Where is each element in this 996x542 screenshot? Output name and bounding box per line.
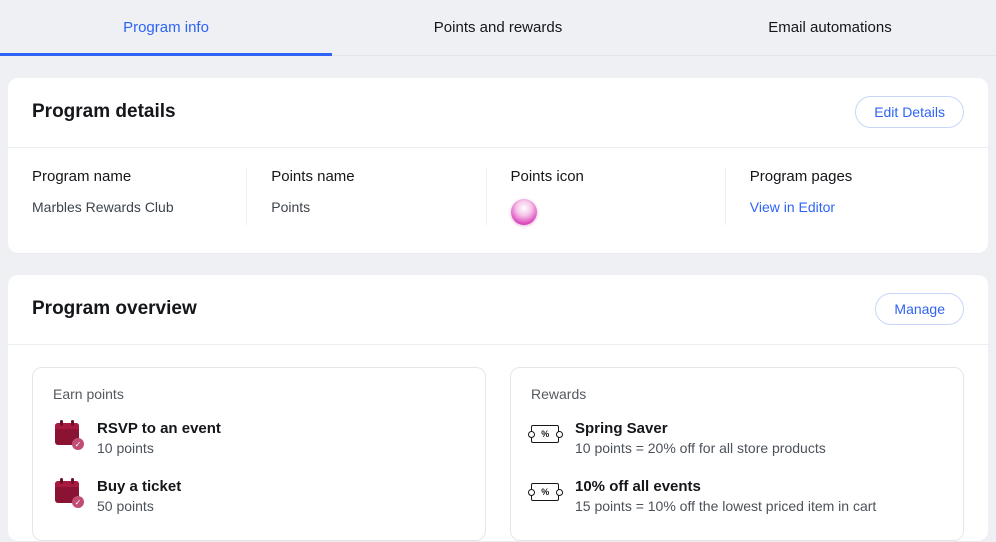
calendar-check-icon: ✓ xyxy=(53,420,81,448)
col-program-pages: Program pages View in Editor xyxy=(725,168,964,225)
edit-details-button[interactable]: Edit Details xyxy=(855,96,964,128)
view-in-editor-link[interactable]: View in Editor xyxy=(750,199,835,215)
list-item-text: 10% off all events 15 points = 10% off t… xyxy=(575,478,943,514)
list-item-subtitle: 10 points = 20% off for all store produc… xyxy=(575,440,943,456)
list-item-text: Spring Saver 10 points = 20% off for all… xyxy=(575,420,943,456)
list-item-text: Buy a ticket 50 points xyxy=(97,478,465,514)
calendar-check-icon: ✓ xyxy=(53,478,81,506)
field-value: Marbles Rewards Club xyxy=(32,199,222,215)
inner-card-title: Rewards xyxy=(531,386,943,402)
tab-email-automations[interactable]: Email automations xyxy=(664,0,996,55)
tab-label: Program info xyxy=(123,19,209,36)
field-label: Points name xyxy=(271,168,461,185)
coupon-icon: % xyxy=(531,478,559,506)
section-title: Program details xyxy=(32,101,176,123)
page-tabs: Program info Points and rewards Email au… xyxy=(0,0,996,56)
program-details-header: Program details Edit Details xyxy=(8,78,988,147)
inner-card-title: Earn points xyxy=(53,386,465,402)
tab-label: Email automations xyxy=(768,19,891,36)
field-label: Points icon xyxy=(511,168,701,185)
col-program-name: Program name Marbles Rewards Club xyxy=(32,168,246,225)
program-overview-body: Earn points ✓ RSVP to an event 10 points xyxy=(8,345,988,541)
list-item-title: RSVP to an event xyxy=(97,420,465,437)
list-item: % Spring Saver 10 points = 20% off for a… xyxy=(531,420,943,456)
list-item-subtitle: 15 points = 10% off the lowest priced it… xyxy=(575,498,943,514)
list-item: ✓ RSVP to an event 10 points xyxy=(53,420,465,456)
tab-label: Points and rewards xyxy=(434,19,562,36)
list-item-title: 10% off all events xyxy=(575,478,943,495)
tab-points-rewards[interactable]: Points and rewards xyxy=(332,0,664,55)
list-item-subtitle: 50 points xyxy=(97,498,465,514)
field-label: Program pages xyxy=(750,168,940,185)
col-points-name: Points name Points xyxy=(246,168,485,225)
program-details-card: Program details Edit Details Program nam… xyxy=(8,78,988,253)
earn-points-card: Earn points ✓ RSVP to an event 10 points xyxy=(32,367,486,541)
program-details-row: Program name Marbles Rewards Club Points… xyxy=(8,148,988,253)
field-label: Program name xyxy=(32,168,222,185)
list-item: % 10% off all events 15 points = 10% off… xyxy=(531,478,943,514)
points-icon xyxy=(511,199,537,225)
rewards-card: Rewards % Spring Saver 10 points = 20% o… xyxy=(510,367,964,541)
coupon-icon: % xyxy=(531,420,559,448)
list-item-title: Spring Saver xyxy=(575,420,943,437)
tab-program-info[interactable]: Program info xyxy=(0,0,332,55)
program-overview-card: Program overview Manage Earn points ✓ R xyxy=(8,275,988,541)
list-item-subtitle: 10 points xyxy=(97,440,465,456)
list-item: ✓ Buy a ticket 50 points xyxy=(53,478,465,514)
manage-button[interactable]: Manage xyxy=(875,293,964,325)
field-value: Points xyxy=(271,199,461,215)
section-title: Program overview xyxy=(32,298,197,320)
list-item-text: RSVP to an event 10 points xyxy=(97,420,465,456)
list-item-title: Buy a ticket xyxy=(97,478,465,495)
program-overview-header: Program overview Manage xyxy=(8,275,988,344)
col-points-icon: Points icon xyxy=(486,168,725,225)
